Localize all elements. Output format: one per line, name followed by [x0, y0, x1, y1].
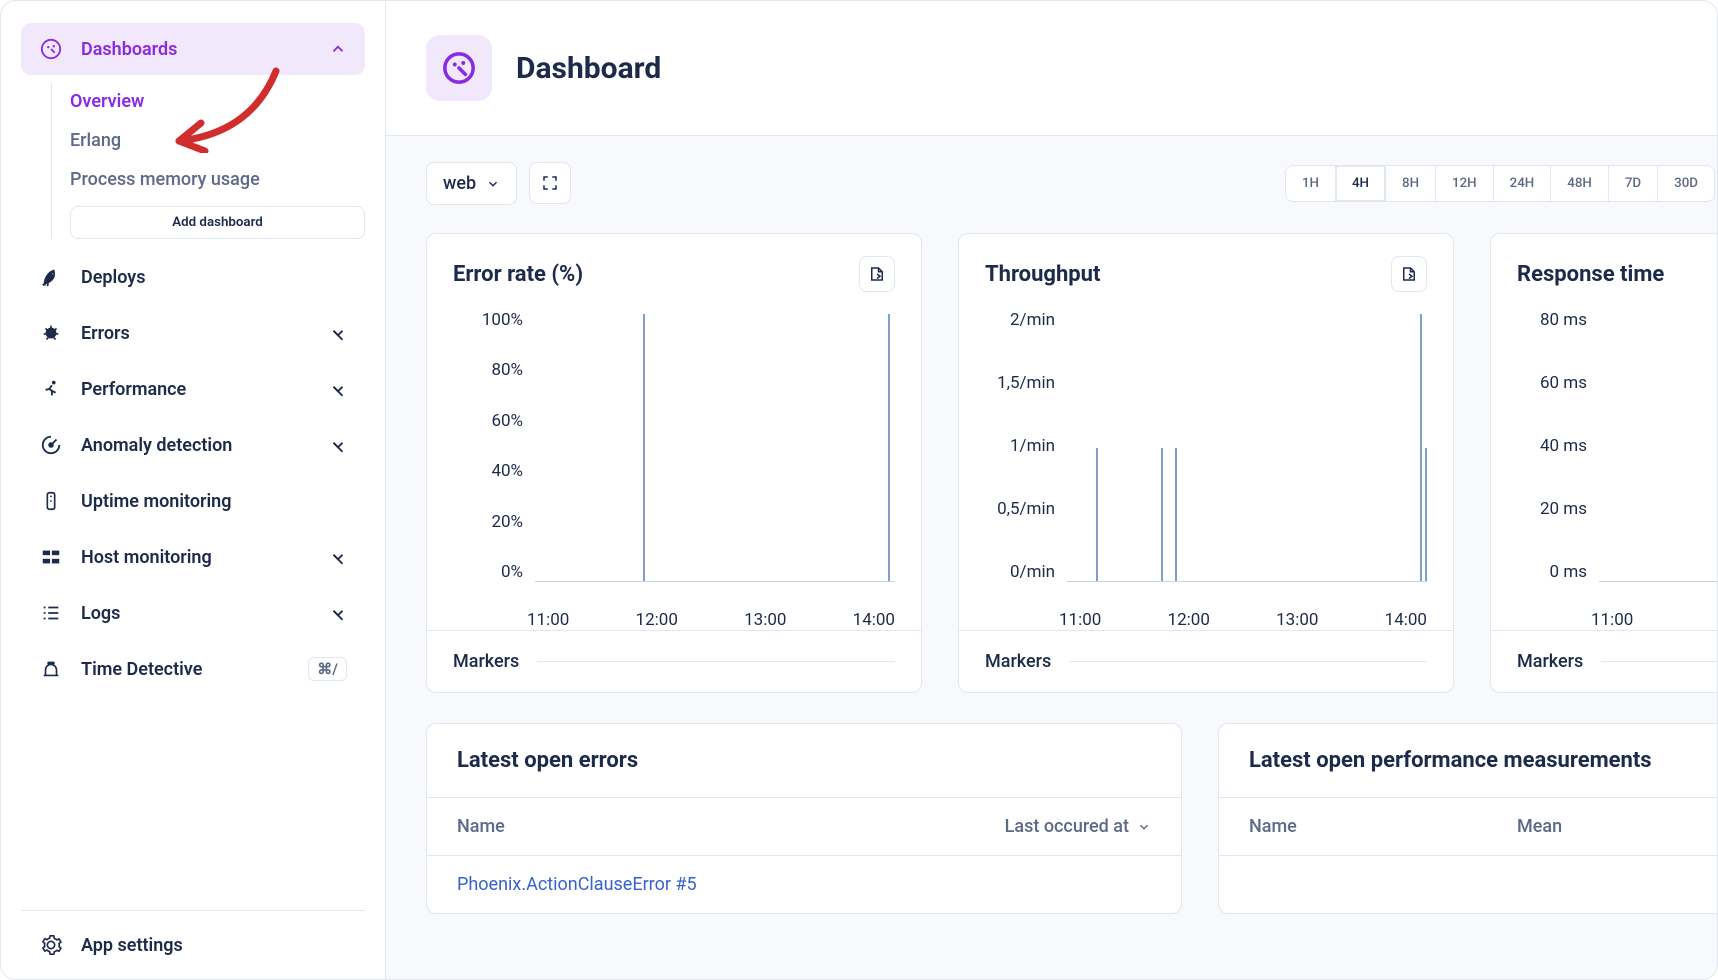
chevron-down-icon	[1137, 820, 1151, 834]
sidebar-item-erlang[interactable]: Erlang	[70, 122, 365, 159]
chevron-up-icon	[329, 40, 347, 58]
main-area: Dashboard web 1H4H8H12H24H48H7D30D Error…	[386, 1, 1717, 979]
add-dashboard-button[interactable]: Add dashboard	[70, 206, 365, 239]
detective-icon	[39, 657, 63, 681]
time-range-selector: 1H4H8H12H24H48H7D30D	[1285, 165, 1715, 202]
markers-row: Markers	[1491, 630, 1717, 692]
sidebar-item-errors[interactable]: Errors	[21, 305, 365, 361]
chart-plot: 100%80%60%40%20%0%11:0012:0013:0014:00	[427, 300, 921, 630]
dashboard-submenu: Overview Erlang Process memory usage Add…	[51, 83, 365, 239]
chart-card-2: Response time 80 ms60 ms40 ms20 ms0 ms11:…	[1490, 233, 1717, 693]
chevron-down-icon	[329, 548, 347, 566]
export-icon	[1400, 265, 1418, 283]
sidebar-item-label: Host monitoring	[81, 547, 212, 568]
chart-card-1: Throughput 2/min1,5/min1/min0,5/min0/min1…	[958, 233, 1454, 693]
running-icon	[39, 377, 63, 401]
range-4h[interactable]: 4H	[1336, 166, 1386, 201]
environment-selector[interactable]: web	[426, 162, 517, 205]
sidebar-group-label: Dashboards	[81, 39, 177, 60]
range-1h[interactable]: 1H	[1286, 166, 1336, 201]
range-7d[interactable]: 7D	[1609, 166, 1658, 201]
sidebar-item-label: Performance	[81, 379, 186, 400]
toolbar: web 1H4H8H12H24H48H7D30D	[426, 162, 1717, 205]
chart-title: Response time	[1517, 262, 1664, 287]
sidebar-item-uptime-monitoring[interactable]: Uptime monitoring	[21, 473, 365, 529]
gear-icon	[39, 933, 63, 957]
chevron-down-icon	[329, 324, 347, 342]
range-24h[interactable]: 24H	[1494, 166, 1552, 201]
keyboard-shortcut: ⌘/	[308, 657, 347, 681]
server-icon	[39, 489, 63, 513]
latest-errors-card: Latest open errors Name Last occured at …	[426, 723, 1182, 914]
range-30d[interactable]: 30D	[1658, 166, 1714, 201]
rocket-icon	[39, 265, 63, 289]
sidebar-item-label: Anomaly detection	[81, 435, 232, 456]
sidebar-item-deploys[interactable]: Deploys	[21, 249, 365, 305]
page-header: Dashboard	[386, 1, 1717, 136]
col-name[interactable]: Name	[457, 816, 505, 837]
chevron-down-icon	[329, 436, 347, 454]
bug-icon	[39, 321, 63, 345]
sidebar-item-overview[interactable]: Overview	[70, 83, 365, 120]
range-48h[interactable]: 48H	[1551, 166, 1609, 201]
latest-errors-title: Latest open errors	[427, 724, 1181, 797]
latest-perf-card: Latest open performance measurements Nam…	[1218, 723, 1717, 914]
expand-icon	[541, 174, 559, 192]
export-button[interactable]	[1391, 256, 1427, 292]
sidebar-item-logs[interactable]: Logs	[21, 585, 365, 641]
list-icon	[39, 601, 63, 625]
chart-plot: 80 ms60 ms40 ms20 ms0 ms11:0012:00	[1491, 300, 1717, 630]
chevron-down-icon	[486, 177, 500, 191]
export-icon	[868, 265, 886, 283]
error-row[interactable]: Phoenix.ActionClauseError #5	[427, 856, 1181, 913]
radar-icon	[39, 433, 63, 457]
sidebar-item-label: Deploys	[81, 267, 145, 288]
export-button[interactable]	[859, 256, 895, 292]
range-8h[interactable]: 8H	[1386, 166, 1436, 201]
bars-icon	[39, 545, 63, 569]
sidebar-item-label: Errors	[81, 323, 130, 344]
sidebar-item-label: Logs	[81, 603, 120, 624]
environment-value: web	[443, 173, 476, 194]
sidebar-item-label: Time Detective	[81, 659, 202, 680]
page-title: Dashboard	[516, 51, 661, 86]
chart-card-0: Error rate (%) 100%80%60%40%20%0%11:0012:…	[426, 233, 922, 693]
sidebar: Dashboards Overview Erlang Process memor…	[1, 1, 386, 979]
sidebar-item-app-settings[interactable]: App settings	[21, 910, 365, 979]
sidebar-item-time-detective[interactable]: Time Detective ⌘/	[21, 641, 365, 697]
chart-title: Throughput	[985, 262, 1100, 287]
markers-row: Markers	[427, 630, 921, 692]
chart-title: Error rate (%)	[453, 262, 583, 287]
sidebar-item-label: Uptime monitoring	[81, 491, 231, 512]
gauge-icon	[39, 37, 63, 61]
header-gauge-icon	[426, 35, 492, 101]
col-name[interactable]: Name	[1249, 816, 1297, 837]
sidebar-item-performance[interactable]: Performance	[21, 361, 365, 417]
markers-row: Markers	[959, 630, 1453, 692]
sidebar-item-process-memory[interactable]: Process memory usage	[70, 161, 365, 198]
range-12h[interactable]: 12H	[1436, 166, 1494, 201]
sidebar-group-dashboards[interactable]: Dashboards	[21, 23, 365, 75]
col-last-occurred[interactable]: Last occured at	[1005, 816, 1151, 837]
sidebar-item-host-monitoring[interactable]: Host monitoring	[21, 529, 365, 585]
col-mean[interactable]: Mean	[1517, 816, 1562, 837]
sidebar-item-anomaly-detection[interactable]: Anomaly detection	[21, 417, 365, 473]
chevron-down-icon	[329, 380, 347, 398]
latest-perf-title: Latest open performance measurements	[1219, 724, 1717, 797]
chart-plot: 2/min1,5/min1/min0,5/min0/min11:0012:001…	[959, 300, 1453, 630]
chevron-down-icon	[329, 604, 347, 622]
fullscreen-button[interactable]	[529, 162, 571, 204]
app-settings-label: App settings	[81, 935, 183, 956]
